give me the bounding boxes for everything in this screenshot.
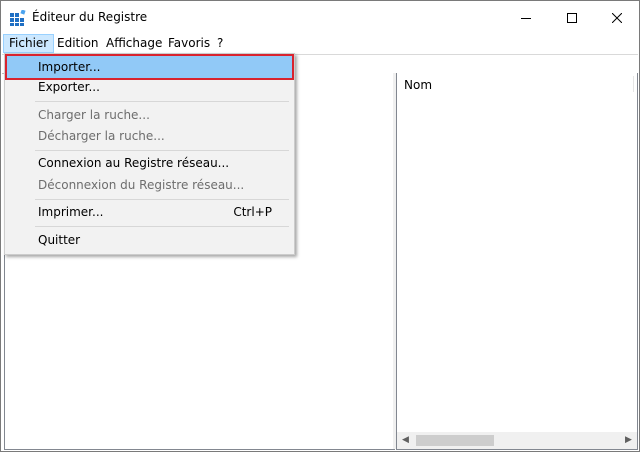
menu-item-connexion-reseau[interactable]: Connexion au Registre réseau... <box>7 152 292 174</box>
menu-separator <box>35 150 289 151</box>
menu-item-label: Exporter... <box>38 80 100 94</box>
menu-item-imprimer[interactable]: Imprimer... Ctrl+P <box>7 201 292 223</box>
close-button[interactable] <box>594 1 640 34</box>
menu-item-exporter[interactable]: Exporter... <box>7 76 292 98</box>
scroll-left-icon[interactable]: ◀ <box>397 432 414 449</box>
menu-item-charger-ruche: Charger la ruche... <box>7 104 292 126</box>
file-menu-dropdown: Importer... Exporter... Charger la ruche… <box>4 53 295 255</box>
menu-bar: Fichier Edition Affichage Favoris ? <box>1 34 639 53</box>
horizontal-scrollbar[interactable]: ◀ ▶ <box>397 432 637 449</box>
title-bar[interactable]: Éditeur du Registre <box>1 1 639 34</box>
menu-item-label: Charger la ruche... <box>38 108 150 122</box>
menu-separator <box>35 101 289 102</box>
close-icon <box>612 12 622 23</box>
maximize-button[interactable] <box>549 1 595 34</box>
scrollbar-thumb[interactable] <box>416 435 494 446</box>
column-header-nom[interactable]: Nom <box>404 78 432 92</box>
menu-item-quitter[interactable]: Quitter <box>7 229 292 251</box>
minimize-icon <box>521 17 531 19</box>
window-title: Éditeur du Registre <box>32 10 148 24</box>
column-separator[interactable] <box>633 76 634 92</box>
registry-editor-window: Éditeur du Registre Fichier Edition Affi… <box>0 0 640 452</box>
menu-edition[interactable]: Edition <box>52 34 104 53</box>
menu-fichier[interactable]: Fichier <box>3 34 55 53</box>
minimize-button[interactable] <box>503 1 549 34</box>
menu-item-label: Imprimer... <box>38 205 104 219</box>
menu-help[interactable]: ? <box>212 34 228 53</box>
menu-separator <box>35 226 289 227</box>
menu-affichage[interactable]: Affichage <box>101 34 167 53</box>
scroll-right-icon[interactable]: ▶ <box>620 432 637 449</box>
menu-item-deconnexion-reseau: Déconnexion du Registre réseau... <box>7 174 292 196</box>
menu-item-shortcut: Ctrl+P <box>233 205 272 219</box>
menu-item-decharger-ruche: Décharger la ruche... <box>7 125 292 147</box>
menu-favoris[interactable]: Favoris <box>163 34 215 53</box>
column-header: Nom <box>397 73 637 97</box>
maximize-icon <box>567 12 577 23</box>
menu-item-label: Décharger la ruche... <box>38 129 165 143</box>
menu-item-label: Importer... <box>38 60 101 74</box>
values-list-pane[interactable]: Nom ◀ ▶ <box>396 73 638 450</box>
menu-item-label: Connexion au Registre réseau... <box>38 156 230 170</box>
menu-item-importer[interactable]: Importer... <box>5 54 294 80</box>
menu-item-label: Quitter <box>38 233 81 247</box>
menu-separator <box>35 199 289 200</box>
registry-editor-icon <box>10 10 26 26</box>
menu-item-label: Déconnexion du Registre réseau... <box>38 178 245 192</box>
